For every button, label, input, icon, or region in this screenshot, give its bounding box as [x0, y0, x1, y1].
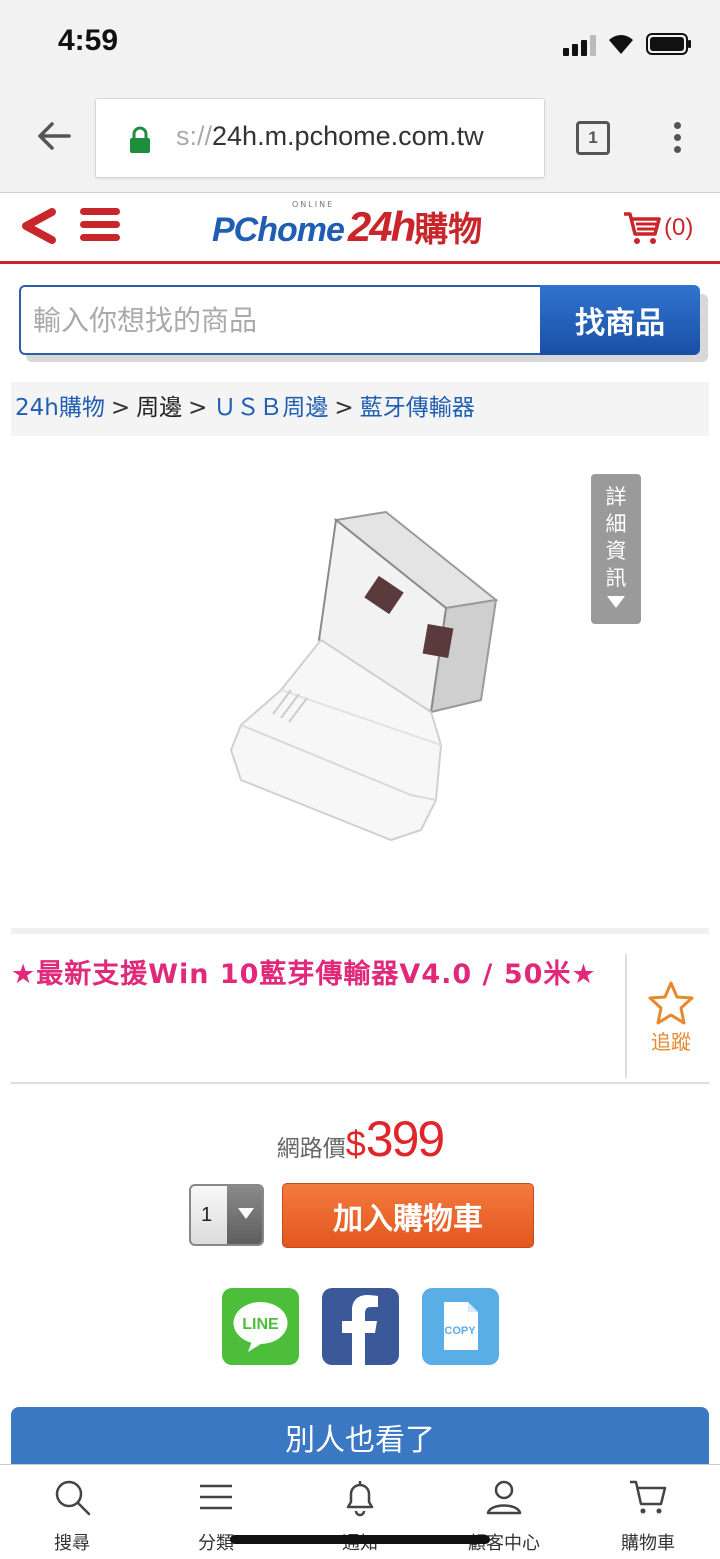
signal-icon [563, 34, 599, 56]
track-label: 追蹤 [651, 1030, 691, 1054]
address-bar[interactable]: s://24h.m.pchome.com.tw [95, 98, 545, 178]
url-text: s://24h.m.pchome.com.tw [176, 121, 484, 151]
wifi-icon [609, 35, 633, 54]
breadcrumb-item-usb[interactable]: ＵＳＢ周邊 [213, 395, 328, 421]
line-icon-text: LINE [242, 1316, 279, 1333]
triangle-down-icon [607, 596, 625, 608]
share-facebook-button[interactable] [322, 1288, 399, 1365]
breadcrumb-separator: > [110, 395, 131, 421]
nav-item-search[interactable]: 搜尋 [22, 1477, 122, 1555]
home-indicator[interactable] [230, 1535, 490, 1544]
search-input[interactable] [19, 285, 544, 355]
bell-icon [346, 1481, 374, 1517]
search-area: 找商品 [0, 268, 720, 376]
line-icon: LINE [233, 1302, 288, 1352]
cart-count: (0) [664, 214, 694, 241]
user-icon [486, 1480, 522, 1515]
price-value: 399 [365, 1111, 445, 1167]
hamburger-menu-icon[interactable] [80, 208, 120, 244]
back-chevron-icon[interactable] [18, 206, 58, 246]
nav-label: 搜尋 [54, 1533, 90, 1554]
breadcrumb-item-bluetooth[interactable]: 藍牙傳輸器 [360, 395, 475, 421]
breadcrumb-separator: > [188, 395, 208, 421]
product-title: ★最新支援Win 10藍芽傳輸器V4.0 / 50米★ [11, 959, 597, 990]
breadcrumb-item-peripherals[interactable]: 周邊 [136, 395, 182, 421]
cart-icon [630, 1480, 667, 1514]
search-icon [55, 1480, 91, 1516]
browser-toolbar: s://24h.m.pchome.com.tw 1 [0, 88, 720, 193]
breadcrumb-separator: > [334, 395, 354, 421]
bottom-nav: 搜尋 分類 通知 顧客中心 購物車 [0, 1464, 720, 1559]
star-icon [648, 981, 694, 1025]
back-arrow-icon[interactable] [36, 118, 72, 154]
chevron-down-icon [238, 1208, 254, 1219]
share-line-button[interactable]: LINE [222, 1288, 299, 1365]
share-copy-button[interactable]: COPY [422, 1288, 499, 1365]
cart-icon [624, 212, 661, 244]
pchome-24h-logo[interactable]: PChome ONLINE 24h購物 [212, 200, 482, 254]
copy-icon: COPY [444, 1302, 478, 1350]
site-header: PChome ONLINE 24h購物 (0) [0, 194, 720, 264]
nav-label: 購物車 [621, 1533, 675, 1554]
quantity-dropdown [227, 1186, 262, 1244]
track-button[interactable]: 追蹤 [641, 980, 701, 1056]
details-tab-label: 詳細資訊 [605, 485, 627, 590]
lock-icon [130, 126, 150, 153]
copy-icon-text: COPY [444, 1325, 476, 1337]
usb-adapter-image [229, 510, 499, 842]
more-options-icon[interactable] [672, 122, 682, 156]
quantity-value: 1 [201, 1204, 213, 1226]
facebook-icon [342, 1295, 378, 1365]
price-currency: $ [345, 1123, 366, 1164]
status-time: 4:59 [58, 24, 119, 57]
product-title-area: ★最新支援Win 10藍芽傳輸器V4.0 / 50米★ 追蹤 [11, 940, 709, 1084]
price-label: 網路價 [276, 1136, 346, 1162]
search-button[interactable]: 找商品 [540, 285, 700, 355]
battery-icon [646, 33, 691, 55]
tab-switcher-button[interactable]: 1 [576, 121, 610, 155]
details-tab[interactable]: 詳細資訊 [591, 474, 641, 624]
breadcrumb: 24h購物 > 周邊 > ＵＳＢ周邊 > 藍牙傳輸器 [11, 382, 709, 436]
price-row: 網路價$399 [0, 1110, 720, 1170]
quantity-select[interactable]: 1 [189, 1184, 264, 1246]
header-cart-button[interactable]: (0) [622, 208, 712, 252]
status-bar: 4:59 [0, 0, 720, 88]
add-to-cart-button[interactable]: 加入購物車 [282, 1183, 534, 1248]
divider [625, 954, 627, 1078]
menu-icon [200, 1484, 232, 1510]
nav-item-cart[interactable]: 購物車 [598, 1477, 698, 1555]
breadcrumb-item-24h[interactable]: 24h購物 [15, 395, 105, 421]
